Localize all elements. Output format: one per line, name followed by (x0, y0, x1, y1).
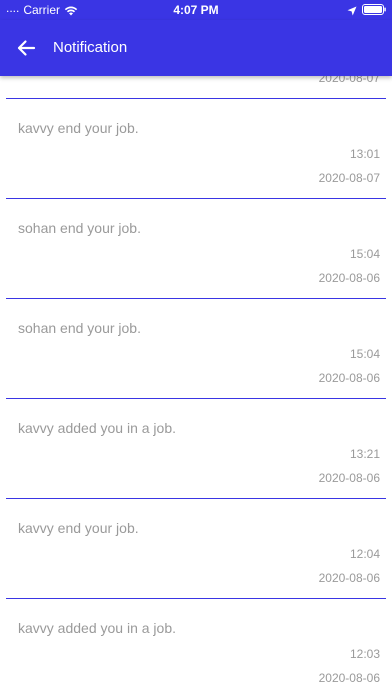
status-bar: .... Carrier 4:07 PM (0, 0, 392, 20)
notification-item[interactable]: sohan end your job. 15:04 2020-08-06 (6, 299, 386, 399)
status-time: 4:07 PM (173, 3, 219, 17)
notification-item[interactable]: kavvy end your job. 12:04 2020-08-06 (6, 499, 386, 599)
status-right (347, 4, 386, 15)
notification-list[interactable]: 2020-08-07 kavvy end your job. 13:01 202… (0, 76, 392, 696)
notification-time: 15:04 (349, 247, 380, 261)
notification-time: 12:04 (349, 547, 380, 561)
arrow-left-icon (17, 40, 36, 56)
notification-message: kavvy end your job. (18, 520, 139, 536)
notification-list-content: 2020-08-07 kavvy end your job. 13:01 202… (0, 76, 392, 696)
notification-date: 2020-08-07 (318, 76, 380, 85)
notification-date: 2020-08-06 (318, 671, 380, 685)
notification-message: sohan end your job. (18, 220, 141, 236)
notification-item[interactable]: sohan end your job. 15:04 2020-08-06 (6, 199, 386, 299)
notification-time: 13:21 (349, 447, 380, 461)
battery-icon (362, 4, 386, 15)
notification-date: 2020-08-06 (318, 471, 380, 485)
notification-message: kavvy added you in a job. (18, 620, 176, 636)
notification-message: sohan end your job. (18, 320, 141, 336)
app-bar: Notification (0, 20, 392, 76)
notification-date: 2020-08-07 (318, 171, 380, 185)
notification-item[interactable]: kavvy added you in a job. 13:21 2020-08-… (6, 399, 386, 499)
notification-item[interactable]: 2020-08-07 (6, 76, 386, 99)
notification-message: kavvy added you in a job. (18, 420, 176, 436)
notification-item[interactable]: kavvy end your job. 13:01 2020-08-07 (6, 99, 386, 199)
notification-date: 2020-08-06 (318, 371, 380, 385)
notification-message: kavvy end your job. (18, 120, 139, 136)
notification-time: 15:04 (349, 347, 380, 361)
notification-date: 2020-08-06 (318, 271, 380, 285)
back-button[interactable] (8, 30, 44, 66)
page-title: Notification (53, 39, 128, 56)
notification-time: 12:03 (349, 647, 380, 661)
location-arrow-icon (347, 5, 357, 15)
notification-time: 13:01 (349, 147, 380, 161)
notification-item[interactable]: kavvy added you in a job. 12:03 2020-08-… (6, 599, 386, 696)
notification-date: 2020-08-06 (318, 571, 380, 585)
